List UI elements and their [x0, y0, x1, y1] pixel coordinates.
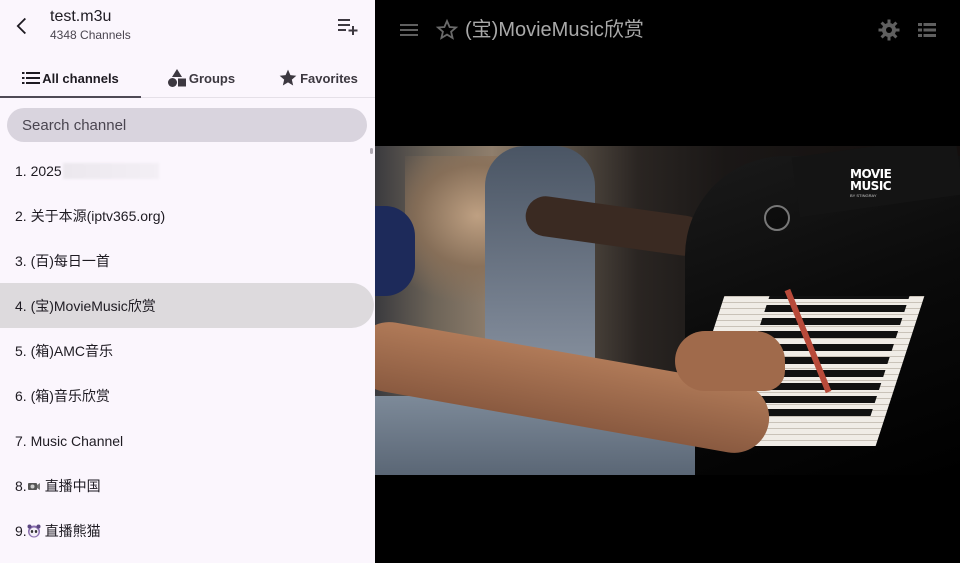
sidebar-tabs: All channels Groups Favorites — [0, 58, 375, 98]
channel-item-selected[interactable]: 4. (宝)MovieMusic欣赏 — [0, 283, 374, 328]
panda-emoji-icon — [27, 524, 41, 537]
sidebar-header: test.m3u 4348 Channels — [0, 0, 375, 52]
channel-label: 5. (箱)AMC音乐 — [15, 342, 113, 359]
redacted-text — [62, 162, 159, 179]
star-icon — [279, 69, 297, 86]
channel-logo-watermark: MOVIE MUSIC BY STINGRAY — [850, 168, 900, 198]
channel-item[interactable]: 5. (箱)AMC音乐 — [0, 328, 375, 373]
tab-favorites[interactable]: Favorites — [261, 58, 375, 98]
video-player[interactable]: MOVIE MUSIC BY STINGRAY — [375, 146, 960, 475]
channel-label: 7. Music Channel — [15, 432, 124, 449]
video-hand — [675, 331, 785, 391]
shapes-icon — [167, 69, 186, 87]
channel-item[interactable]: 3. (百)每日一首 — [0, 238, 375, 283]
player-panel: (宝)MovieMusic欣赏 MOVIE MUSIC BY STINGRAY — [375, 0, 960, 563]
playlist-add-icon — [338, 19, 358, 35]
active-tab-indicator — [0, 96, 141, 98]
star-outline-icon — [435, 18, 459, 40]
video-overlay-ring — [764, 205, 790, 231]
channel-title: (宝)MovieMusic欣赏 — [465, 19, 644, 41]
channel-item[interactable]: 2. 关于本源(iptv365.org) — [0, 193, 375, 238]
channel-label: 9. — [15, 522, 27, 539]
view-list-icon — [918, 23, 936, 37]
channel-item[interactable]: 7. Music Channel — [0, 418, 375, 463]
tab-groups-label: Groups — [188, 70, 236, 86]
playlist-title: test.m3u — [50, 8, 112, 25]
video-person-foreground — [375, 206, 415, 296]
channel-list: 1. 2025 2. 关于本源(iptv365.org) 3. (百)每日一首 … — [0, 148, 375, 553]
tab-groups[interactable]: Groups — [141, 58, 261, 98]
search-bar[interactable] — [7, 108, 367, 142]
menu-icon — [400, 24, 418, 36]
channel-list-button[interactable] — [915, 18, 939, 42]
channel-label: 4. (宝)MovieMusic欣赏 — [15, 297, 156, 314]
channel-label: 6. (箱)音乐欣赏 — [15, 387, 110, 404]
tab-all-channels[interactable]: All channels — [0, 58, 141, 98]
channel-count: 4348 Channels — [50, 28, 131, 42]
gear-icon — [878, 19, 900, 41]
channel-item[interactable]: 8. 直播中国 — [0, 463, 375, 508]
playlist-title-group: test.m3u 4348 Channels — [50, 8, 131, 43]
channel-label-suffix: 直播中国 — [44, 477, 101, 494]
channel-item[interactable]: 1. 2025 — [0, 148, 375, 193]
channel-sidebar: test.m3u 4348 Channels All channels Grou… — [0, 0, 375, 563]
channel-item[interactable]: 9. 直播熊猫 — [0, 508, 375, 553]
channel-label-suffix: 直播熊猫 — [44, 522, 101, 539]
add-playlist-button[interactable] — [337, 16, 359, 36]
tab-favorites-label: Favorites — [300, 70, 358, 86]
channel-item[interactable]: 6. (箱)音乐欣赏 — [0, 373, 375, 418]
tab-all-channels-label: All channels — [42, 70, 119, 86]
list-icon — [22, 72, 41, 84]
logo-sub: BY STINGRAY — [850, 193, 877, 198]
channel-label: 1. 2025 — [15, 162, 62, 179]
favorite-toggle-button[interactable] — [435, 18, 459, 42]
settings-button[interactable] — [877, 18, 901, 42]
arrow-back-icon — [16, 17, 26, 35]
back-button[interactable] — [10, 14, 34, 38]
channel-label: 3. (百)每日一首 — [15, 252, 110, 269]
search-input[interactable] — [22, 116, 352, 134]
logo-line-2: MUSIC — [850, 179, 892, 193]
channel-label: 2. 关于本源(iptv365.org) — [15, 207, 166, 224]
camera-emoji-icon — [27, 482, 40, 490]
menu-button[interactable] — [398, 19, 420, 41]
channel-label: 8. — [15, 477, 27, 494]
